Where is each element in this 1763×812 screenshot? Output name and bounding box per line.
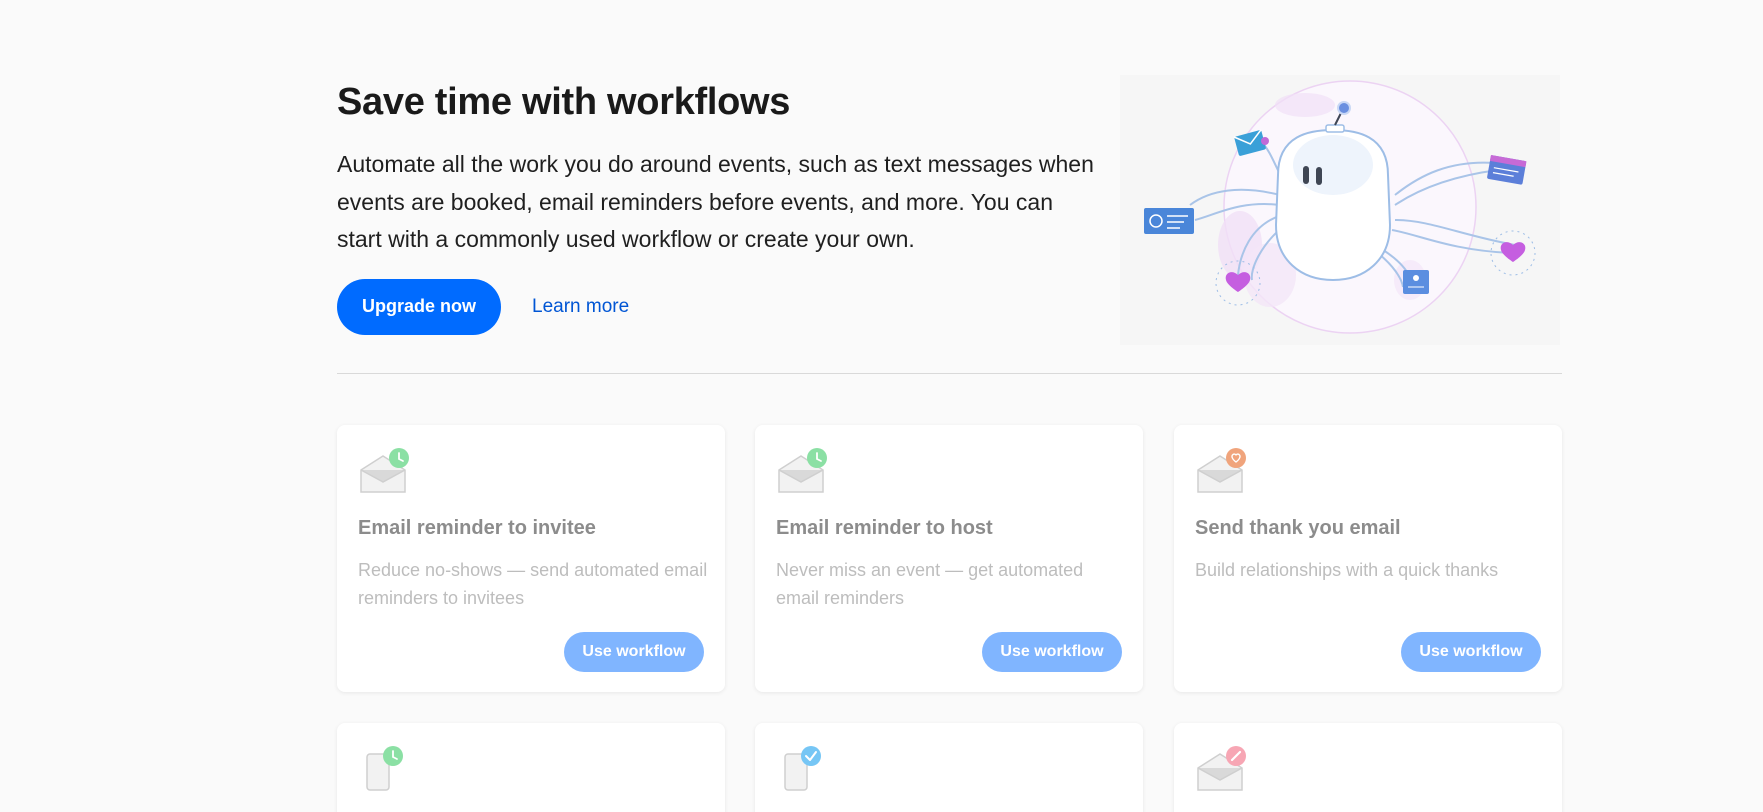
card-description: Never miss an event — get automated emai… <box>776 560 1084 608</box>
phone-clock-icon <box>366 746 403 791</box>
robot-octopus-icon <box>1144 80 1536 334</box>
use-workflow-button[interactable]: Use workflow <box>564 632 704 672</box>
card-title: Email reminder to host <box>776 517 993 539</box>
hero-actions: Upgrade now Learn more <box>337 278 1097 335</box>
workflow-card-email-reminder-invitee: Email reminder to invitee Reduce no-show… <box>337 425 725 692</box>
section-divider <box>337 373 1562 374</box>
card-title: Email reminder to invitee <box>358 517 596 539</box>
envelope-clock-icon <box>778 448 827 493</box>
workflow-card-email-reminder-host: Email reminder to host Never miss an eve… <box>755 425 1143 692</box>
upgrade-now-button[interactable]: Upgrade now <box>337 278 501 335</box>
workflow-card-text-confirmation <box>755 723 1143 812</box>
use-workflow-button[interactable]: Use workflow <box>982 632 1122 672</box>
hero-description: Automate all the work you do around even… <box>337 151 1094 252</box>
envelope-clock-icon <box>360 448 409 493</box>
card-title: Send thank you email <box>1195 517 1401 539</box>
envelope-pencil-icon <box>1197 746 1246 791</box>
workflow-card-text-reminder <box>337 723 725 812</box>
use-workflow-button[interactable]: Use workflow <box>1401 632 1541 672</box>
envelope-heart-icon <box>1197 448 1246 493</box>
workflow-robot-illustration <box>1120 75 1560 345</box>
phone-check-icon <box>784 746 821 791</box>
card-description: Build relationships with a quick thanks <box>1195 560 1499 580</box>
page-title: Save time with workflows <box>337 81 791 123</box>
card-description: Reduce no-shows — send automated email r… <box>358 560 708 608</box>
workflow-card-send-thank-you: Send thank you email Build relationships… <box>1174 425 1562 692</box>
hero-section: Save time with workflows Automate all th… <box>337 78 1097 335</box>
workflow-card-email-follow-up <box>1174 723 1562 812</box>
learn-more-link[interactable]: Learn more <box>532 296 629 318</box>
